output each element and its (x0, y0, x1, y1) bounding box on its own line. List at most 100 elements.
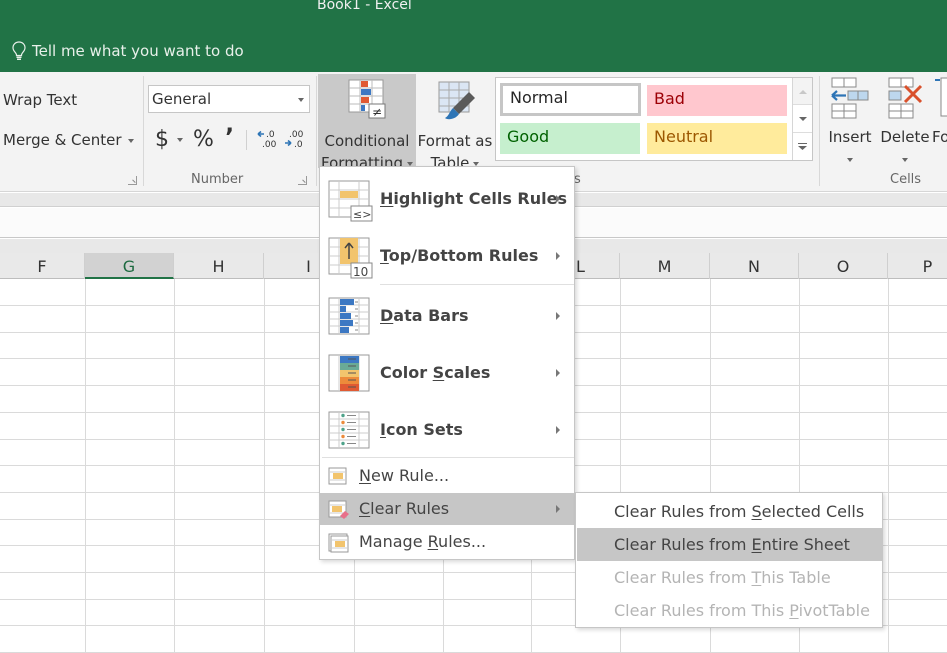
submenu-arrow-icon (556, 252, 560, 260)
cell-styles-gallery: Normal Bad Good Neutral (495, 77, 813, 161)
submenu-item-clear-this-pivottable: Clear Rules from This PivotTable (614, 601, 870, 620)
gallery-scroll-up-button[interactable] (793, 78, 812, 105)
submenu-item-clear-entire-sheet[interactable]: Clear Rules from Entire Sheet (577, 528, 882, 561)
chevron-down-icon (127, 138, 134, 143)
conditional-formatting-menu: ≤> Highlight Cells Rules 10 Top/Bottom R… (319, 166, 575, 560)
submenu-arrow-icon (556, 426, 560, 434)
delete-cells-icon (888, 77, 923, 119)
submenu-item-clear-this-table: Clear Rules from This Table (614, 568, 831, 587)
column-header-n[interactable]: N (710, 253, 799, 279)
style-bad-label: Bad (654, 89, 685, 108)
submenu-arrow-icon (556, 312, 560, 320)
chevron-down-icon (879, 148, 931, 170)
wrap-text-label: Wrap Text (3, 91, 78, 109)
menu-item-label: New Rule... (359, 466, 450, 485)
submenu-arrow-icon (556, 369, 560, 377)
style-good-label: Good (507, 127, 550, 146)
manage-rules-icon (328, 533, 349, 553)
format-cells-button[interactable]: Fo (932, 76, 947, 168)
grid-column-line (264, 279, 265, 653)
column-header-h[interactable]: H (174, 253, 264, 279)
style-bad[interactable]: Bad (647, 85, 787, 116)
insert-button[interactable]: Insert (826, 76, 874, 168)
column-header-m[interactable]: M (620, 253, 710, 279)
merge-center-button[interactable]: Merge & Center (3, 131, 134, 149)
style-neutral-label: Neutral (654, 127, 714, 146)
group-separator (316, 76, 317, 186)
number-group-label: Number (191, 172, 244, 187)
more-icon (798, 142, 807, 150)
style-neutral[interactable]: Neutral (647, 123, 787, 154)
group-separator (143, 76, 144, 186)
menu-item-top-bottom-rules[interactable]: 10 Top/Bottom Rules (320, 227, 574, 284)
svg-text:.00: .00 (289, 130, 304, 140)
insert-cells-icon (831, 77, 869, 119)
gallery-scroll-down-button[interactable] (793, 106, 812, 133)
menu-item-clear-rules[interactable]: Clear Rules (320, 493, 574, 525)
data-bars-icon (328, 297, 370, 335)
chevron-down-icon (473, 161, 480, 166)
clear-rules-icon (328, 500, 349, 519)
decrease-decimal-button[interactable]: .00 .0 (284, 128, 308, 150)
divider (246, 130, 247, 150)
gallery-more-button[interactable] (793, 133, 812, 160)
menu-item-color-scales[interactable]: Color Scales (320, 344, 574, 401)
chevron-down-icon (298, 98, 304, 102)
increase-decimal-icon: .0 .00 (257, 130, 277, 150)
menu-item-label: Color Scales (380, 363, 491, 382)
tell-me-search[interactable]: Tell me what you want to do (12, 40, 244, 62)
menu-separator (322, 457, 574, 458)
submenu-arrow-icon (556, 505, 560, 513)
grid-column-line (85, 279, 86, 653)
svg-text:≤>: ≤> (353, 208, 371, 221)
highlight-cells-icon: ≤> (328, 180, 373, 222)
svg-text:.00: .00 (262, 140, 277, 150)
group-separator (819, 76, 820, 186)
window-title: Book1 - Excel (317, 0, 412, 13)
menu-separator (380, 284, 574, 285)
number-format-dropdown[interactable]: General (148, 85, 310, 113)
format-as-table-icon (438, 81, 475, 120)
percent-button[interactable]: % (193, 127, 214, 152)
gallery-scrollbar (792, 78, 812, 160)
column-header-f[interactable]: F (0, 253, 85, 279)
menu-item-manage-rules[interactable]: Manage Rules... (320, 526, 574, 558)
increase-decimal-button[interactable]: .0 .00 (256, 128, 280, 150)
svg-text:.0: .0 (266, 130, 275, 140)
comma-icon: ’ (225, 123, 235, 151)
menu-item-highlight-cells-rules[interactable]: ≤> Highlight Cells Rules (320, 170, 574, 227)
menu-item-label: Icon Sets (380, 420, 463, 439)
menu-item-new-rule[interactable]: New Rule... (320, 460, 574, 492)
insert-label: Insert (828, 128, 872, 146)
number-format-value: General (152, 90, 212, 108)
tell-me-label: Tell me what you want to do (32, 42, 244, 60)
submenu-item-clear-selected-cells[interactable]: Clear Rules from Selected Cells (577, 495, 882, 528)
delete-button[interactable]: Delete (879, 76, 931, 168)
wrap-text-button[interactable]: Wrap Text (3, 91, 77, 109)
column-header-p[interactable]: P (888, 253, 947, 279)
column-header-g[interactable]: G (85, 253, 174, 279)
lightbulb-icon (12, 41, 26, 60)
style-good[interactable]: Good (500, 123, 640, 154)
svg-text:.0: .0 (294, 140, 303, 150)
delete-label: Delete (880, 128, 930, 146)
number-dialog-launcher[interactable] (298, 176, 307, 185)
column-header-o[interactable]: O (799, 253, 888, 279)
menu-item-label: Data Bars (380, 306, 469, 325)
currency-icon: $ (155, 127, 169, 152)
alignment-dialog-launcher[interactable] (128, 176, 137, 185)
grid-column-line (174, 279, 175, 653)
submenu-arrow-icon (556, 195, 560, 203)
comma-style-button[interactable]: ’ (225, 123, 234, 151)
chevron-down-icon (798, 116, 807, 121)
menu-item-label: Highlight Cells Rules (380, 189, 567, 208)
top-bottom-icon: 10 (328, 237, 373, 279)
menu-item-data-bars[interactable]: Data Bars (320, 287, 574, 344)
currency-button[interactable]: $ (155, 127, 183, 152)
format-as-table-button[interactable]: Format as Table (416, 74, 494, 172)
menu-item-label: Top/Bottom Rules (380, 246, 539, 265)
style-normal[interactable]: Normal (500, 83, 641, 116)
conditional-formatting-button[interactable]: ≠ Conditional Formatting (318, 74, 416, 172)
icon-sets-icon (328, 411, 370, 449)
menu-item-icon-sets[interactable]: Icon Sets (320, 401, 574, 458)
